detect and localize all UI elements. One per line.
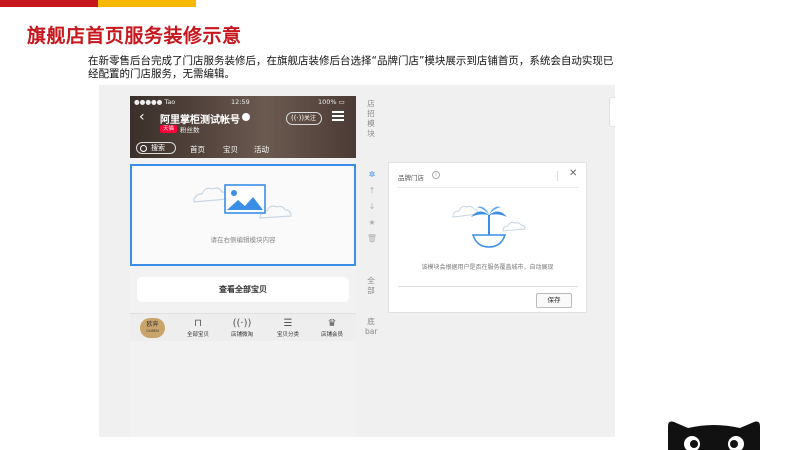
bottom-nav-label: 宝贝分类 [276,332,299,338]
panel-divider [557,171,558,181]
search-label: 搜索 [151,144,165,152]
tab-home[interactable]: 首页 [190,144,205,155]
list-icon: ☰ [283,318,293,329]
bottom-nav-members[interactable]: ♛ 店铺会员 [310,317,354,338]
bottom-nav-label: 店铺会员 [320,332,343,338]
view-all-items-button[interactable]: 查看全部宝贝 [137,277,349,302]
store-logo-text: 欧奔 [146,321,159,328]
star-icon[interactable]: ★ [365,216,379,230]
fans-count-label: 粉丝数 [180,126,200,134]
side-label-all[interactable]: 全部 [365,276,377,296]
side-label-header-module[interactable]: 店招模块 [365,99,377,139]
scroll-handle[interactable] [609,97,615,127]
screenshot-frame: ●●●●● Tao 12:59 100% ▭ ‹ 阿里掌柜测试帐号 天猫 粉丝数… [99,85,615,437]
store-logo-subtext: OUBEN [146,329,159,333]
slide-description: 在新零售后台完成了门店服务装修后，在旗舰店装修后台选择“品牌门店”模块展示到店铺… [88,55,614,80]
module-hint: 请在右侧编辑模块内容 [210,236,276,244]
menu-icon[interactable] [330,110,346,122]
bottom-nav-weitao[interactable]: ((·)) 店铺微淘 [220,317,264,338]
follow-button[interactable]: ((·)) 关注 [286,112,322,125]
bottom-nav-label: 全部宝贝 [186,332,209,338]
phone-preview: ●●●●● Tao 12:59 100% ▭ ‹ 阿里掌柜测试帐号 天猫 粉丝数… [130,96,356,437]
side-label-bottom-bar[interactable]: 底bar [365,317,377,337]
search-button[interactable]: 搜索 [136,142,176,154]
slide-title: 旗舰店首页服务装修示意 [27,25,242,47]
crown-icon: ♛ [327,318,337,329]
status-bar: ●●●●● Tao 12:59 100% ▭ [130,97,356,108]
close-icon[interactable]: ✕ [569,168,577,179]
selected-module[interactable]: 请在右侧编辑模块内容 [130,164,356,266]
status-carrier: ●●●●● Tao [134,98,176,106]
save-button[interactable]: 保存 [536,293,572,308]
store-name: 阿里掌柜测试帐号 [160,115,240,126]
search-icon [140,145,147,152]
panel-header-divider [398,187,578,188]
move-up-icon[interactable]: ↑ [365,184,379,198]
status-time: 12:59 [231,98,250,106]
gear-icon[interactable]: ✲ [365,168,379,182]
move-down-icon[interactable]: ↓ [365,200,379,214]
info-icon[interactable]: i [432,171,440,179]
store-header[interactable]: ●●●●● Tao 12:59 100% ▭ ‹ 阿里掌柜测试帐号 天猫 粉丝数… [130,96,356,158]
store-logo[interactable]: 欧奔 OUBEN [140,318,165,338]
panel-footer-divider [398,286,578,287]
follow-label: 关注 [303,115,316,122]
tab-activities[interactable]: 活动 [254,144,269,155]
tmall-cat-icon [668,421,760,450]
top-accent-bar-yellow [98,0,196,7]
tab-items[interactable]: 宝贝 [223,144,238,155]
panel-description: 该模块会根据用户是否在服务覆盖城市，自动展现 [421,264,554,271]
image-placeholder-icon [193,184,292,219]
bottom-nav-all-items[interactable]: ⊓ 全部宝贝 [176,317,220,338]
broadcast-icon: ((·)) [232,318,252,329]
shopping-bag-icon: ⊓ [194,318,202,329]
palm-island-icon [452,205,526,248]
brand-store-config-panel: 品牌门店 i ✕ 该模块会根据用户是否在服务覆盖城市，自动展现 保存 [388,162,587,313]
bottom-nav-categories[interactable]: ☰ 宝贝分类 [266,317,310,338]
trash-icon[interactable]: 🗑 [365,232,379,246]
bottom-nav-label: 店铺微淘 [230,332,253,338]
broadcast-icon: ((·)) [291,114,305,122]
status-battery: 100% ▭ [318,98,345,106]
bottom-bar: 欧奔 OUBEN ⊓ 全部宝贝 ((·)) 店铺微淘 ☰ 宝贝分类 ♛ 店铺会员 [130,313,356,341]
tmall-badge: 天猫 [160,125,178,133]
verified-icon [242,113,250,121]
module-toolbar: ✲ ↑ ↓ ★ 🗑 [365,168,379,248]
top-accent-bar-red [0,0,98,7]
panel-title: 品牌门店 [398,174,424,182]
back-arrow-icon[interactable]: ‹ [139,110,145,124]
